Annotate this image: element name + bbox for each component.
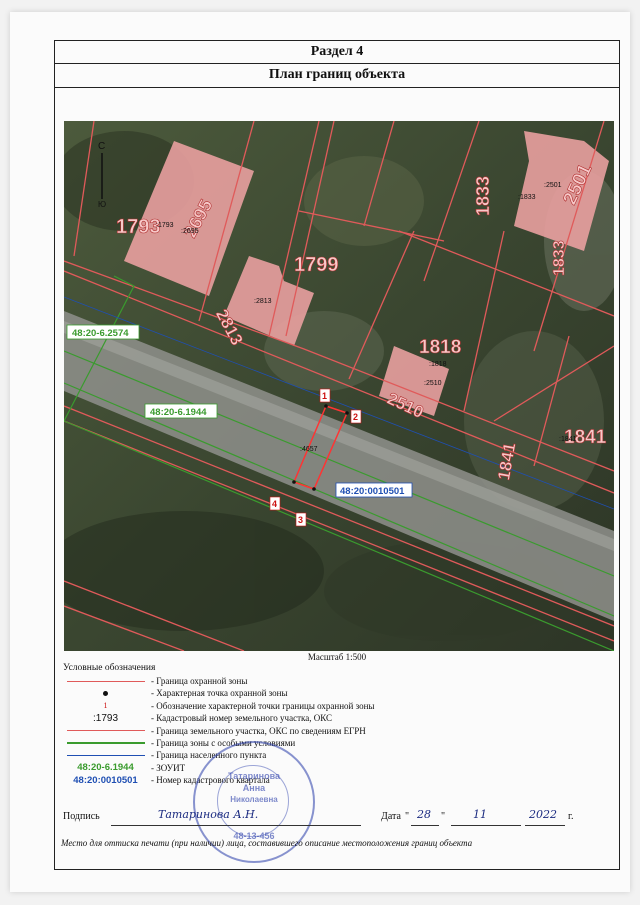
quarter-label: 48:20:0010501 [340,486,405,497]
legend-text: - Граница земельного участка, ОКС по све… [151,725,366,736]
legend-symbol: 48:20:0010501 [73,774,138,786]
legend-item: - Граница охранной зоны [63,675,603,687]
legend-title: Условные обозначения [63,663,156,673]
signature-label: Подпись [63,811,100,822]
legend-text: - Характерная точка охранной зоны [151,688,288,699]
point-label: 2 [353,412,358,422]
parcel-label: 1833 [551,240,568,276]
parcel-label: 1833 [473,176,493,216]
stamp-text: Анна [242,783,266,793]
south-letter: Ю [98,200,106,209]
legend-symbol: 1 [103,701,108,711]
north-letter: С [98,141,105,152]
cad-label: :1841 [559,436,577,443]
document-sheet: Раздел 4 План границ объекта С Ю 1793 26… [10,12,630,892]
zouit-label: 48:20-6.2574 [72,328,129,339]
point-label: 3 [298,515,303,525]
cad-label: :2813 [254,298,272,305]
year-suffix: г. [568,811,574,822]
cad-label: :2510 [424,380,442,387]
cad-label: :2695 [181,228,199,235]
legend-symbol: 48:20-6.1944 [77,762,134,774]
date-day: 28 [417,808,431,821]
section-title: Раздел 4 [55,41,619,64]
map-scale: Масштаб 1:500 [307,652,367,662]
parcel-label: 1793 [116,216,161,238]
zouit-label: 48:20-6.1944 [150,407,207,418]
legend-item: 1 - Обозначение характерной точки границ… [63,700,603,712]
legend-item: :1793 - Кадастровый номер земельного уча… [63,712,603,724]
legend-text: - ЗОУИТ [151,762,186,773]
footer-note: Место для оттиска печати (при наличии) л… [61,838,473,848]
document-frame: Раздел 4 План границ объекта С Ю 1793 26… [54,40,620,870]
boundary-map: С Ю 1793 2695 1799 2813 1833 2501 1833 1… [64,121,614,651]
map-image: С Ю 1793 2695 1799 2813 1833 2501 1833 1… [64,121,614,651]
parcel-label: 1799 [294,254,339,276]
point-label: 4 [272,499,277,509]
cad-label: :2501 [544,182,562,189]
plan-title: План границ объекта [55,63,619,88]
point-label: 1 [322,391,327,401]
cad-label: :1793 [156,222,174,229]
legend-symbol: :1793 [92,712,119,724]
point-marker-icon [103,690,108,696]
legend-text: - Кадастровый номер земельного участка, … [151,713,333,724]
cad-label: :4657 [300,446,318,453]
legend-item: 48:20:0010501 - Номер кадастрового кварт… [63,774,603,786]
cad-label: :1833 [518,194,536,201]
stamp-text: Татаринова [227,771,281,781]
legend-item: - Граница земельного участка, ОКС по све… [63,725,603,737]
cad-label: :1818 [429,361,447,368]
legend-item: - Граница зоны с особыми условиями [63,737,603,749]
date-month: 11 [473,808,487,821]
legend: Условные обозначения - Граница охранной … [63,663,603,787]
stamp-text: Николаевна [230,795,278,804]
handwritten-signature: Татаринова А.Н. [158,808,259,821]
date-year: 2022 [529,808,557,821]
legend-item: 48:20-6.1944 - ЗОУИТ [63,762,603,774]
signature-row: Подпись Татаринова А.Н. Дата " 28 " 11 2… [63,807,608,829]
legend-text: - Обозначение характерной точки границы … [151,700,375,711]
legend-item: - Характерная точка охранной зоны [63,687,603,699]
legend-item: - Граница населенного пункта [63,749,603,761]
date-label: Дата [381,811,401,822]
parcel-label: 1818 [419,337,461,358]
legend-text: - Граница охранной зоны [151,676,248,686]
